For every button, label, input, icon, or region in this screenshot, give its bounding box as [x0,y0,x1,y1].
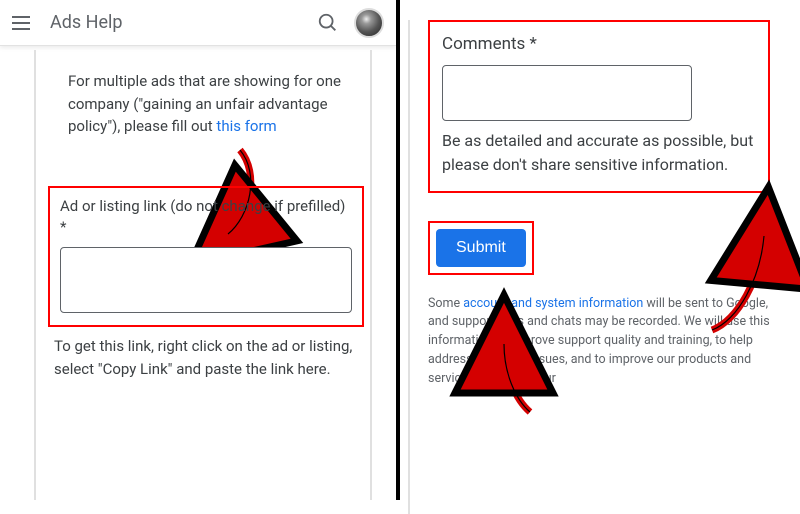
submit-button[interactable]: Submit [436,229,526,267]
comments-help: Be as detailed and accurate as possible,… [442,129,756,177]
ad-link-input[interactable] [60,247,352,313]
comments-label: Comments * [442,32,756,57]
disclaimer-text: Some account and system information will… [428,295,770,389]
search-icon[interactable] [314,9,342,37]
disclaimer-prefix: Some [428,296,463,311]
avatar[interactable] [354,8,384,38]
account-info-link[interactable]: account and system information [463,296,643,311]
menu-icon[interactable] [12,11,36,35]
comments-highlight: Comments * Be as detailed and accurate a… [428,20,770,193]
ad-link-highlight: Ad or listing link (do not change if pre… [48,186,364,328]
ad-link-label: Ad or listing link (do not change if pre… [60,196,352,240]
this-form-link[interactable]: this form [216,117,276,135]
ad-link-help: To get this link, right click on the ad … [46,331,366,380]
comments-input[interactable] [442,65,692,121]
submit-highlight: Submit [428,221,534,275]
intro-paragraph: For multiple ads that are showing for on… [46,54,366,148]
app-title: Ads Help [50,12,314,33]
topbar: Ads Help [0,0,396,46]
intro-text: For multiple ads that are showing for on… [68,72,341,135]
